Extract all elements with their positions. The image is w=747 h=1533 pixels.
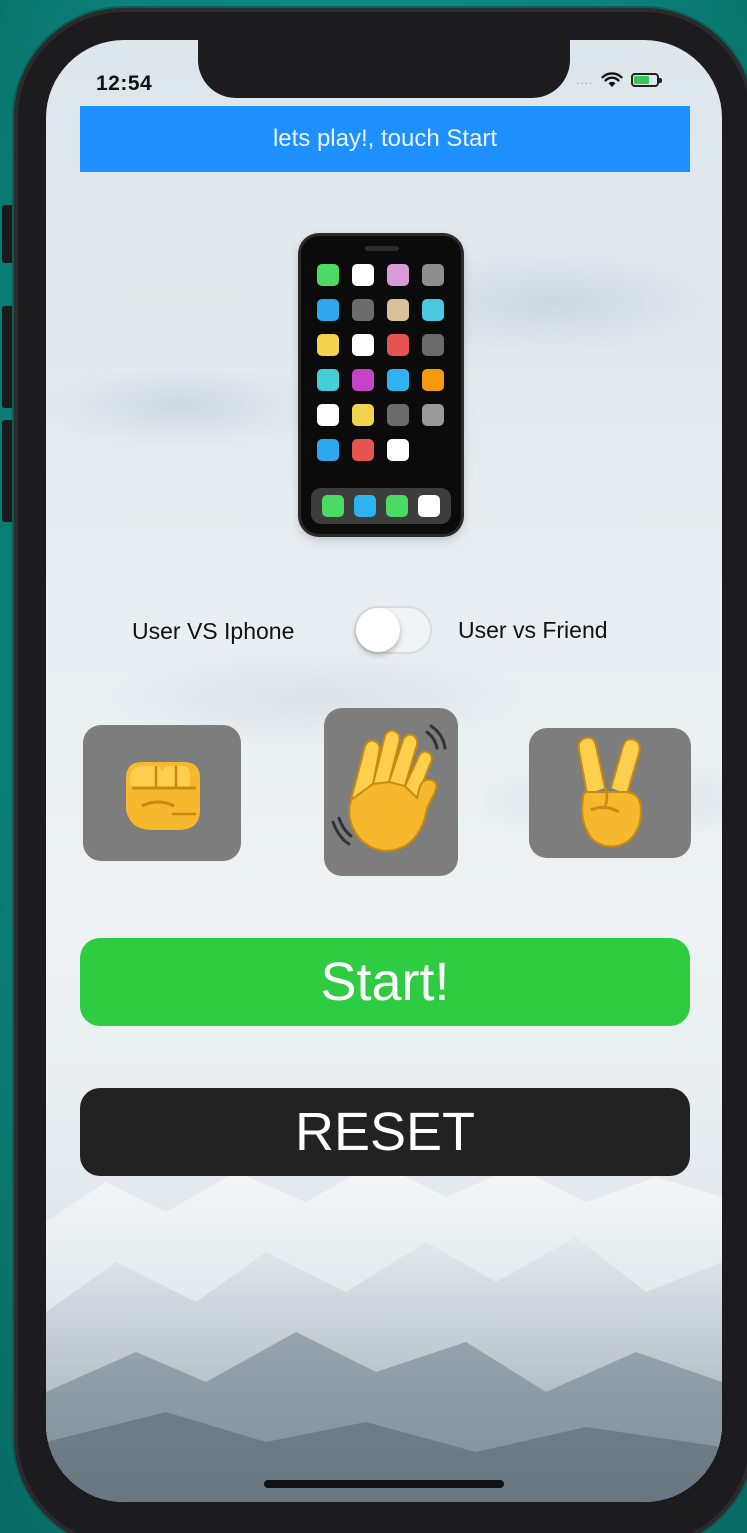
toggle-knob (356, 608, 400, 652)
mobile-phone-icon (301, 236, 461, 534)
rock-button[interactable] (83, 725, 241, 861)
mode-label-vs-iphone: User VS Iphone (132, 618, 295, 644)
scissors-button[interactable] (529, 728, 691, 858)
device-stage: 12:54 .... lets play!, touch Start User … (0, 0, 747, 1533)
mode-label-vs-friend: User vs Friend (458, 617, 608, 643)
signal-indicator: .... (576, 73, 594, 87)
paper-hand-icon (331, 724, 447, 852)
battery-charging-icon (631, 73, 663, 87)
scissors-victory-hand-icon (577, 736, 643, 847)
wifi-icon (601, 72, 623, 87)
status-time: 12:54 (96, 72, 153, 95)
paper-button[interactable] (324, 708, 458, 876)
device-notch (198, 40, 570, 98)
background-mountains (46, 1162, 722, 1502)
status-indicators: .... (576, 72, 663, 88)
start-button[interactable]: Start! (80, 938, 690, 1026)
reset-button[interactable]: RESET (80, 1088, 690, 1176)
mode-toggle-switch[interactable] (354, 606, 432, 654)
app-screen: 12:54 .... lets play!, touch Start User … (46, 40, 722, 1502)
home-indicator[interactable] (264, 1480, 504, 1488)
status-banner: lets play!, touch Start (80, 106, 690, 172)
rock-fist-icon (126, 762, 200, 830)
